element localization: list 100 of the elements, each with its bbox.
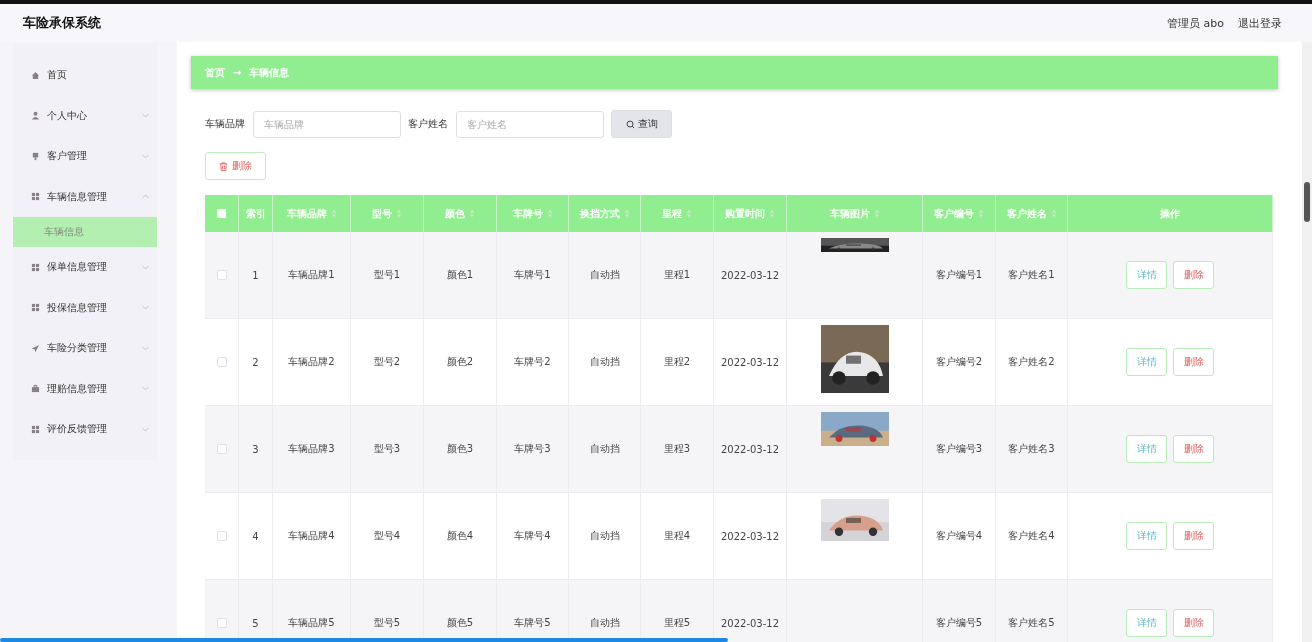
row-checkbox[interactable] (216, 357, 227, 367)
home-icon (31, 70, 40, 80)
table-cell: 2022-03-12 (720, 530, 780, 542)
row-checkbox[interactable] (216, 618, 227, 628)
sort-icon[interactable] (1050, 209, 1057, 218)
table-cell: 客户姓名3 (1008, 442, 1055, 456)
trash-icon (219, 161, 228, 171)
table-cell: 自动挡 (589, 268, 620, 282)
table-cell: 型号4 (373, 529, 401, 543)
table-cell: 颜色5 (446, 616, 474, 630)
menu-item[interactable]: 评价反馈管理 (13, 409, 157, 450)
row-checkbox[interactable] (216, 531, 227, 541)
table-cell: 客户姓名2 (1008, 355, 1055, 369)
table-cell: 客户姓名4 (1008, 529, 1055, 543)
sort-icon[interactable] (769, 209, 775, 218)
table-cell: 车牌号3 (514, 442, 551, 456)
delete-button[interactable]: 删除 (1173, 435, 1214, 463)
table-cell: 车辆品牌1 (288, 268, 335, 282)
table-cell: 客户编号4 (935, 529, 983, 543)
field-label: 车辆品牌 (205, 117, 245, 131)
table-cell: 车牌号2 (514, 355, 551, 369)
grid-icon (31, 303, 40, 313)
sort-icon[interactable] (686, 209, 692, 218)
search-field[interactable]: 车辆品牌 (253, 110, 401, 138)
menu-item[interactable]: 客户管理 (13, 136, 157, 177)
table-cell: 车牌号1 (514, 268, 551, 282)
table-cell: 型号1 (373, 268, 401, 282)
menu-item[interactable]: 保单信息管理 (13, 247, 157, 288)
search-button[interactable]: 查询 (611, 110, 672, 138)
table-cell: 3 (252, 443, 259, 455)
menu-item[interactable]: 首页 (13, 55, 157, 96)
sort-icon[interactable] (469, 209, 475, 218)
details-button[interactable]: 详情 (1126, 522, 1167, 550)
table-cell: 车辆品牌4 (288, 529, 335, 543)
table-cell: 里程3 (663, 442, 691, 456)
menu-item[interactable]: 车险分类管理 (13, 328, 157, 369)
table-cell: 2022-03-12 (720, 269, 780, 281)
grid-icon (31, 192, 40, 202)
table-cell: 客户编号2 (935, 355, 983, 369)
delete-button[interactable]: 删除 (1173, 261, 1214, 289)
table-cell: 自动挡 (589, 616, 620, 630)
row-checkbox[interactable] (216, 444, 227, 454)
row-checkbox[interactable] (216, 270, 227, 280)
details-button[interactable]: 详情 (1126, 348, 1167, 376)
submenu-item[interactable]: 车辆信息 (13, 217, 157, 247)
paper-plane-icon (31, 343, 40, 353)
table-cell: 车辆品牌5 (288, 616, 335, 630)
menu-item[interactable]: 理赔信息管理 (13, 368, 157, 409)
table-cell: 里程4 (663, 529, 691, 543)
menu-item[interactable]: 投保信息管理 (13, 287, 157, 328)
search-field[interactable]: 客户姓名 (456, 110, 604, 138)
delete-button[interactable]: 删除 (205, 152, 266, 180)
menu-item[interactable]: 车辆信息管理 (13, 176, 157, 217)
sort-icon[interactable] (546, 209, 553, 218)
grid-icon (31, 424, 40, 434)
user-label: 管理员 abo (1167, 15, 1224, 31)
table-cell: 2022-03-12 (720, 356, 780, 368)
table-cell: 4 (252, 530, 259, 542)
select-all-checkbox[interactable] (217, 209, 226, 218)
grid-icon (31, 262, 40, 272)
table-cell: 自动挡 (589, 355, 620, 369)
sort-icon[interactable] (978, 209, 984, 218)
app-title: 车险承保系统 (23, 14, 101, 32)
table-cell: 自动挡 (589, 529, 620, 543)
sort-icon[interactable] (873, 209, 880, 218)
field-label: 客户姓名 (408, 117, 448, 131)
user-icon (31, 111, 40, 121)
menu-item[interactable]: 个人中心 (13, 95, 157, 136)
table-cell: 客户编号3 (935, 442, 983, 456)
details-button[interactable]: 详情 (1126, 435, 1167, 463)
table-cell: 2 (252, 356, 259, 368)
delete-button[interactable]: 删除 (1173, 609, 1214, 637)
details-button[interactable]: 详情 (1126, 609, 1167, 637)
table-cell: 颜色1 (446, 268, 474, 282)
sort-icon[interactable] (623, 209, 630, 218)
table-cell: 型号2 (373, 355, 401, 369)
logout-link[interactable]: 退出登录 (1238, 15, 1282, 31)
briefcase-icon (31, 384, 40, 394)
table-cell: 自动挡 (589, 442, 620, 456)
table-cell: 车牌号5 (514, 616, 551, 630)
scrollbar-thumb[interactable] (1304, 182, 1310, 222)
table-cell: 5 (252, 617, 259, 629)
table-cell: 型号3 (373, 442, 401, 456)
sort-icon[interactable] (330, 209, 337, 218)
details-button[interactable]: 详情 (1126, 261, 1167, 289)
table-cell: 客户编号1 (935, 268, 983, 282)
table-cell: 车牌号4 (514, 529, 551, 543)
delete-button[interactable]: 删除 (1173, 522, 1214, 550)
table-cell: 客户姓名5 (1008, 616, 1055, 630)
table-cell: 客户编号5 (935, 616, 983, 630)
delete-button[interactable]: 删除 (1173, 348, 1214, 376)
table-cell: 2022-03-12 (720, 617, 780, 629)
horizontal-scrollbar[interactable] (0, 638, 728, 642)
sort-icon[interactable] (396, 209, 402, 218)
table-cell: 里程5 (663, 616, 691, 630)
table-cell: 1 (252, 269, 259, 281)
table-cell: 车辆品牌3 (288, 442, 335, 456)
table-cell: 里程1 (663, 268, 691, 282)
table-cell: 客户姓名1 (1008, 268, 1055, 282)
search-icon (625, 119, 635, 129)
